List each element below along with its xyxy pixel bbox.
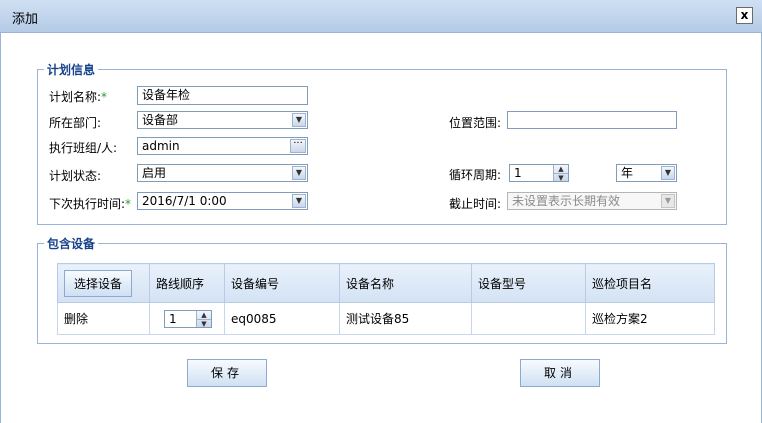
required-mark: *: [125, 197, 132, 211]
dialog-title: 添加: [12, 12, 39, 27]
select-device-button[interactable]: 选择设备: [64, 269, 133, 297]
device-code-cell: eq0085: [224, 302, 340, 335]
plan-info-legend: 计划信息: [47, 63, 96, 77]
department-select[interactable]: 设备部 ▼: [137, 111, 308, 129]
department-label: 所在部门:: [49, 116, 102, 130]
cycle-stepper[interactable]: 1 ▲ ▼: [509, 164, 569, 182]
status-label: 计划状态:: [49, 169, 102, 183]
delete-link[interactable]: 删除: [57, 302, 150, 335]
dialog-titlebar: 添加 x: [0, 0, 762, 33]
column-header: 设备名称: [339, 263, 472, 303]
dialog-left-border: [0, 32, 1, 423]
status-value: 启用: [142, 166, 167, 180]
close-icon[interactable]: x: [736, 7, 753, 24]
spinner-icon[interactable]: ▲ ▼: [553, 165, 568, 181]
order-stepper[interactable]: 1 ▲ ▼: [164, 309, 212, 328]
executor-value: admin: [142, 139, 180, 153]
required-mark: *: [101, 90, 108, 104]
end-time-picker[interactable]: 未设置表示长期有效 ▼: [507, 192, 677, 210]
executor-picker[interactable]: admin ···: [137, 137, 308, 155]
chevron-down-icon[interactable]: ▼: [292, 194, 306, 208]
next-time-value: 2016/7/1 0:00: [142, 194, 227, 208]
ellipsis-icon[interactable]: ···: [290, 139, 306, 153]
next-time-picker[interactable]: 2016/7/1 0:00 ▼: [137, 192, 308, 210]
cycle-unit-value: 年: [621, 166, 634, 180]
chevron-down-icon[interactable]: ▼: [661, 166, 675, 180]
plan-name-input[interactable]: 设备年检: [137, 86, 308, 105]
plan-name-label: 计划名称:*: [49, 90, 108, 104]
device-model-cell: [471, 302, 586, 335]
table-row: 删除 1 ▲ ▼ eq0085 测试设备85 巡检方案2: [57, 302, 715, 335]
end-time-label: 截止时间:: [449, 197, 502, 211]
cancel-button[interactable]: 取消: [520, 359, 600, 387]
cycle-unit-select[interactable]: 年 ▼: [616, 164, 677, 182]
device-name-cell: 测试设备85: [339, 302, 472, 335]
chevron-down-icon[interactable]: ▼: [661, 194, 675, 208]
executor-label: 执行班组/人:: [49, 141, 118, 155]
location-label: 位置范围:: [449, 116, 502, 130]
column-header: 设备型号: [471, 263, 586, 303]
column-header: 设备编号: [224, 263, 340, 303]
end-time-placeholder: 未设置表示长期有效: [512, 194, 621, 208]
cycle-value: 1: [514, 166, 522, 180]
column-header: 路线顺序: [149, 263, 225, 303]
chevron-down-icon[interactable]: ▼: [292, 166, 306, 180]
save-button[interactable]: 保存: [187, 359, 267, 387]
column-header: 巡检项目名: [585, 263, 715, 303]
next-time-label: 下次执行时间:*: [49, 197, 132, 211]
inspection-item-cell: 巡检方案2: [585, 302, 715, 335]
spinner-icon[interactable]: ▲ ▼: [196, 310, 211, 327]
devices-table: 选择设备 路线顺序 设备编号 设备名称 设备型号 巡检项目名 删除 1 ▲ ▼ e…: [57, 263, 715, 335]
table-header-row: 选择设备 路线顺序 设备编号 设备名称 设备型号 巡检项目名: [57, 263, 715, 303]
select-device-cell: 选择设备: [57, 263, 150, 303]
status-select[interactable]: 启用 ▼: [137, 164, 308, 182]
chevron-down-icon[interactable]: ▼: [292, 113, 306, 127]
department-value: 设备部: [142, 113, 179, 127]
devices-legend: 包含设备: [47, 237, 96, 251]
order-cell: 1 ▲ ▼: [149, 302, 225, 335]
order-value: 1: [169, 311, 177, 326]
location-input[interactable]: [507, 111, 677, 129]
cycle-label: 循环周期:: [449, 168, 502, 182]
